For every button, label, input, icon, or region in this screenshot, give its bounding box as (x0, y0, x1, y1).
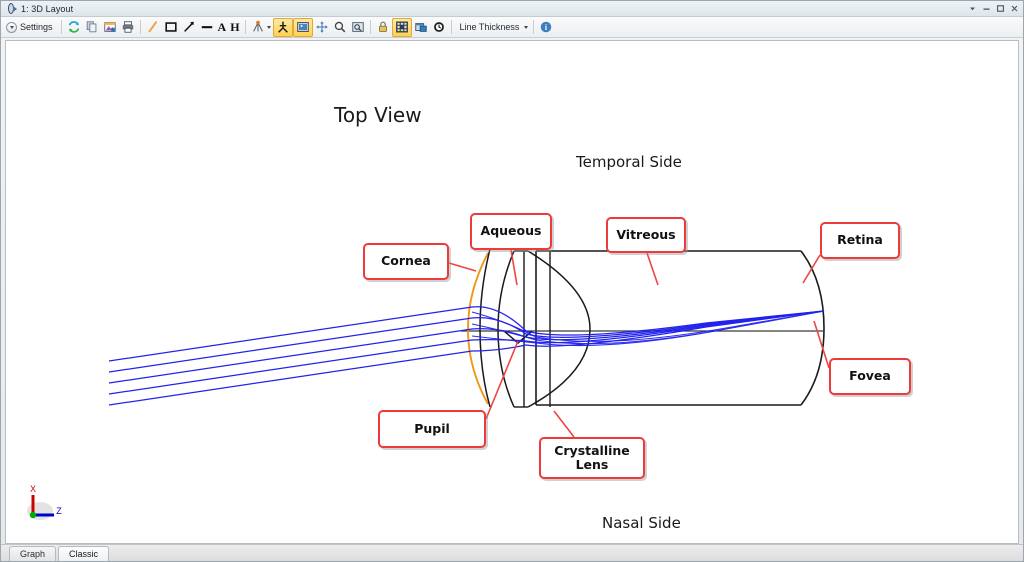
toolbar-separator (533, 20, 535, 34)
help-icon: i (541, 21, 552, 33)
leader-crystalline-lens (553, 410, 575, 438)
zoom-window-button[interactable] (349, 18, 367, 37)
main-toolbar: Settings A H Line Thickness i (1, 17, 1023, 38)
settings-chevron-icon (6, 21, 17, 33)
text-tool-button[interactable]: A (216, 18, 229, 37)
callout-fovea-label: Fovea (849, 368, 891, 384)
copy-button[interactable] (83, 18, 101, 37)
axis-z-label: Z (56, 506, 62, 516)
canvas-container: Top View Temporal Side Nasal Side Cornea… (1, 38, 1023, 544)
rays-dropdown-caret-icon[interactable] (266, 25, 271, 29)
maximize-button[interactable] (994, 2, 1007, 15)
toolbar-separator (139, 20, 141, 34)
settings-button[interactable]: Settings (3, 19, 58, 35)
layout-3d-button[interactable] (272, 17, 293, 37)
axis-triad: X Z (20, 483, 66, 527)
callout-aqueous-label: Aqueous (480, 223, 542, 239)
lock-icon (378, 21, 387, 32)
toolbar-separator (60, 20, 62, 34)
ray-bundle (108, 306, 825, 406)
image-capture-button[interactable] (292, 17, 313, 37)
detach-window-icon (414, 23, 427, 32)
text-a-icon: A (217, 20, 227, 34)
tab-classic[interactable]: Classic (58, 546, 110, 561)
axis-x-label: X (30, 484, 36, 494)
fit-window-button[interactable] (391, 17, 412, 37)
tab-graph[interactable]: Graph (9, 546, 57, 561)
leader-vitreous (646, 252, 659, 286)
callout-crystalline-lens-label: Crystalline Lens (554, 442, 630, 472)
line-thickness-label: Line Thickness (459, 22, 520, 32)
zoom-window-icon (351, 22, 364, 32)
draw-line-button[interactable] (144, 18, 162, 37)
layout-canvas[interactable]: Top View Temporal Side Nasal Side Cornea… (5, 40, 1019, 544)
callout-leader-lines (448, 249, 830, 438)
toolbar-separator (450, 20, 452, 34)
callout-vitreous-label: Vitreous (616, 226, 676, 242)
callout-vitreous[interactable]: Vitreous (606, 217, 686, 253)
thick-line-icon (201, 26, 212, 29)
layout-window: 1: 3D Layout Settings A H Line Thickness… (0, 0, 1024, 562)
tab-graph-label: Graph (20, 548, 46, 559)
callout-cornea-label: Cornea (381, 253, 431, 269)
printer-icon (122, 21, 133, 33)
line-thickness-caret-icon[interactable] (524, 25, 529, 29)
bottom-tab-bar: Graph Classic (1, 544, 1023, 561)
eye-optical-diagram (108, 248, 830, 438)
draw-rectangle-button[interactable] (162, 18, 180, 37)
leader-aqueous (510, 249, 518, 286)
dimension-h-icon: H (230, 20, 240, 34)
leader-cornea (448, 262, 477, 272)
settings-button-label: Settings (20, 22, 53, 32)
detach-window-button[interactable] (412, 18, 430, 37)
save-image-button[interactable] (101, 18, 119, 37)
line-thickness-dropdown[interactable]: Line Thickness (455, 18, 531, 37)
tab-classic-label: Classic (69, 548, 99, 559)
toolbar-separator (244, 20, 246, 34)
close-button[interactable] (1008, 2, 1021, 15)
refresh-icon (68, 21, 79, 33)
zoom-button[interactable] (331, 18, 349, 37)
layout-3d-icon (277, 21, 288, 33)
dimension-tool-button[interactable]: H (228, 18, 241, 37)
lock-button[interactable] (374, 18, 392, 37)
callout-cornea[interactable]: Cornea (363, 243, 449, 280)
callout-crystalline-lens[interactable]: Crystalline Lens (539, 437, 645, 479)
callout-pupil[interactable]: Pupil (378, 410, 486, 448)
callout-pupil-label: Pupil (414, 420, 450, 436)
rectangle-icon (164, 22, 177, 32)
callout-retina-label: Retina (837, 232, 883, 248)
help-button[interactable]: i (537, 18, 555, 37)
refresh-button[interactable] (65, 18, 83, 37)
leader-retina (802, 254, 821, 284)
magnifier-icon (334, 21, 345, 33)
lens-posterior-surface (527, 250, 591, 408)
callout-retina[interactable]: Retina (820, 222, 900, 259)
window-menu-button[interactable] (966, 2, 979, 15)
window-title: 1: 3D Layout (21, 3, 74, 14)
leader-pupil (485, 340, 519, 420)
callout-fovea[interactable]: Fovea (829, 358, 911, 395)
rays-fan-icon (252, 20, 263, 32)
pan-move-icon (315, 21, 328, 33)
callout-aqueous[interactable]: Aqueous (470, 213, 552, 250)
draw-arrow-button[interactable] (180, 18, 198, 37)
pencil-line-icon (148, 21, 157, 33)
rays-button[interactable] (249, 18, 273, 37)
minimize-button[interactable] (980, 2, 993, 15)
save-image-icon (103, 22, 116, 32)
lens-arrow-icon (5, 2, 18, 15)
toolbar-separator (369, 20, 371, 34)
image-capture-icon (296, 22, 309, 32)
refresh-clock-button[interactable] (430, 18, 448, 37)
draw-solid-line-button[interactable] (198, 18, 216, 37)
print-button[interactable] (119, 18, 137, 37)
arrow-icon (183, 21, 194, 32)
pan-button[interactable] (313, 18, 331, 37)
copy-icon (86, 21, 96, 33)
fit-window-icon (395, 21, 408, 33)
clock-refresh-icon (433, 22, 444, 32)
window-title-bar: 1: 3D Layout (1, 1, 1023, 17)
